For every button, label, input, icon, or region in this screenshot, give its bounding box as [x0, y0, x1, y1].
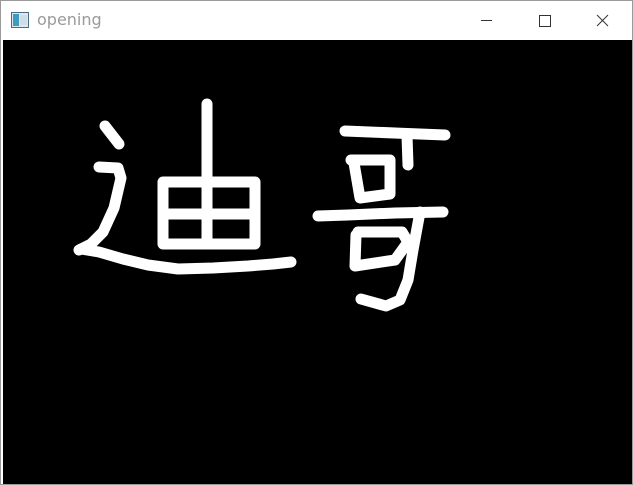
character-ge	[312, 125, 451, 312]
close-button[interactable]	[573, 1, 631, 40]
maximize-button[interactable]	[515, 1, 573, 40]
character-di	[73, 98, 297, 275]
window-title: opening	[37, 10, 102, 29]
handwritten-characters	[73, 98, 451, 312]
title-bar[interactable]: opening	[1, 1, 632, 40]
minimize-button[interactable]	[457, 1, 515, 40]
window-app-icon	[11, 12, 29, 28]
app-window: opening	[0, 0, 633, 485]
image-canvas	[3, 40, 632, 484]
